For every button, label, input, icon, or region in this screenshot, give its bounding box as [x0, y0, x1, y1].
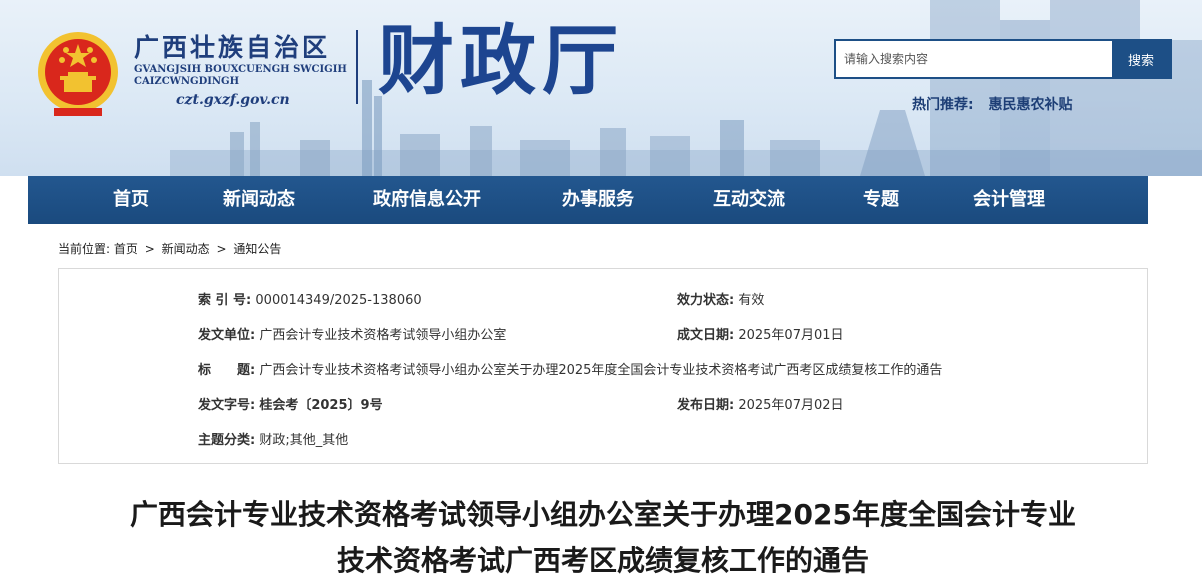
- region-pinyin: GVANGJSIH BOUXCUENGH SWCIGIH CAIZCWNGDIN…: [134, 64, 354, 88]
- article-title-line-2: 技术资格考试广西考区成绩复核工作的通告: [336, 544, 869, 577]
- meta-published: 发布日期: 2025年07月02日: [677, 394, 844, 413]
- site-header: 广西壮族自治区 GVANGJSIH BOUXCUENGH SWCIGIH CAI…: [0, 0, 1202, 176]
- meta-doc-no-label: 发文字号:: [198, 398, 256, 413]
- meta-title-label: 标 题:: [198, 363, 256, 378]
- search-box: 搜索: [834, 39, 1172, 79]
- meta-published-label: 发布日期:: [677, 398, 735, 413]
- meta-created-label: 成文日期:: [677, 328, 735, 343]
- meta-created-value: 2025年07月01日: [738, 328, 844, 343]
- meta-status-label: 效力状态:: [677, 293, 735, 308]
- meta-status-value: 有效: [738, 293, 765, 308]
- breadcrumb-home[interactable]: 首页: [114, 242, 138, 256]
- meta-index-no: 索 引 号: 000014349/2025-138060: [198, 289, 422, 308]
- document-meta-box: 索 引 号: 000014349/2025-138060 效力状态: 有效 发文…: [58, 268, 1148, 464]
- meta-doc-no-value: 桂会考〔2025〕9号: [259, 398, 383, 413]
- meta-category: 主题分类: 财政;其他_其他: [198, 429, 348, 448]
- meta-status: 效力状态: 有效: [677, 289, 764, 308]
- main-nav: 首页 新闻动态 政府信息公开 办事服务 互动交流 专题 会计管理: [28, 176, 1148, 224]
- nav-interaction[interactable]: 互动交流: [713, 176, 785, 224]
- meta-created: 成文日期: 2025年07月01日: [677, 324, 844, 343]
- pinyin-line-1: GVANGJSIH BOUXCUENGH SWCIGIH: [134, 64, 347, 75]
- nav-news[interactable]: 新闻动态: [223, 176, 295, 224]
- meta-index-no-value: 000014349/2025-138060: [255, 293, 422, 308]
- meta-issuer-label: 发文单位:: [198, 328, 256, 343]
- meta-published-value: 2025年07月02日: [738, 398, 844, 413]
- meta-index-no-label: 索 引 号:: [198, 293, 252, 308]
- nav-home[interactable]: 首页: [113, 176, 149, 224]
- department-title: 财政厅: [378, 16, 624, 105]
- breadcrumb-separator: >: [216, 242, 227, 256]
- meta-title-value: 广西会计专业技术资格考试领导小组办公室关于办理2025年度全国会计专业技术资格考…: [259, 363, 943, 378]
- meta-issuer: 发文单位: 广西会计专业技术资格考试领导小组办公室: [198, 324, 506, 343]
- article-title: 广西会计专业技术资格考试领导小组办公室关于办理2025年度全国会计专业 技术资格…: [28, 492, 1178, 583]
- breadcrumb-separator: >: [144, 242, 155, 256]
- meta-title: 标 题: 广西会计专业技术资格考试领导小组办公室关于办理2025年度全国会计专业…: [198, 359, 942, 378]
- national-emblem-icon: [38, 32, 118, 116]
- search-input[interactable]: [836, 41, 1112, 77]
- breadcrumb-news[interactable]: 新闻动态: [162, 242, 210, 256]
- meta-category-label: 主题分类:: [198, 433, 256, 448]
- site-domain: czt.gxzf.gov.cn: [176, 92, 290, 108]
- region-name: 广西壮族自治区: [134, 33, 331, 62]
- hot-recommendations: 热门推荐: 惠民惠农补贴: [912, 94, 1072, 114]
- nav-services[interactable]: 办事服务: [562, 176, 634, 224]
- breadcrumb-notices[interactable]: 通知公告: [233, 242, 281, 256]
- meta-doc-no: 发文字号: 桂会考〔2025〕9号: [198, 394, 383, 413]
- nav-topics[interactable]: 专题: [863, 176, 899, 224]
- search-button[interactable]: 搜索: [1112, 41, 1170, 77]
- breadcrumb: 当前位置: 首页 > 新闻动态 > 通知公告: [58, 240, 281, 257]
- hot-label: 热门推荐:: [912, 97, 974, 113]
- breadcrumb-prefix: 当前位置:: [58, 242, 111, 256]
- hot-link-subsidy[interactable]: 惠民惠农补贴: [988, 97, 1072, 113]
- pinyin-line-2: CAIZCWNGDINGH: [134, 76, 240, 87]
- nav-gov-info[interactable]: 政府信息公开: [373, 176, 481, 224]
- nav-accounting[interactable]: 会计管理: [973, 176, 1045, 224]
- title-divider: [356, 30, 358, 104]
- article-title-line-1: 广西会计专业技术资格考试领导小组办公室关于办理2025年度全国会计专业: [130, 498, 1076, 531]
- meta-category-value: 财政;其他_其他: [259, 433, 349, 448]
- meta-issuer-value: 广西会计专业技术资格考试领导小组办公室: [259, 328, 507, 343]
